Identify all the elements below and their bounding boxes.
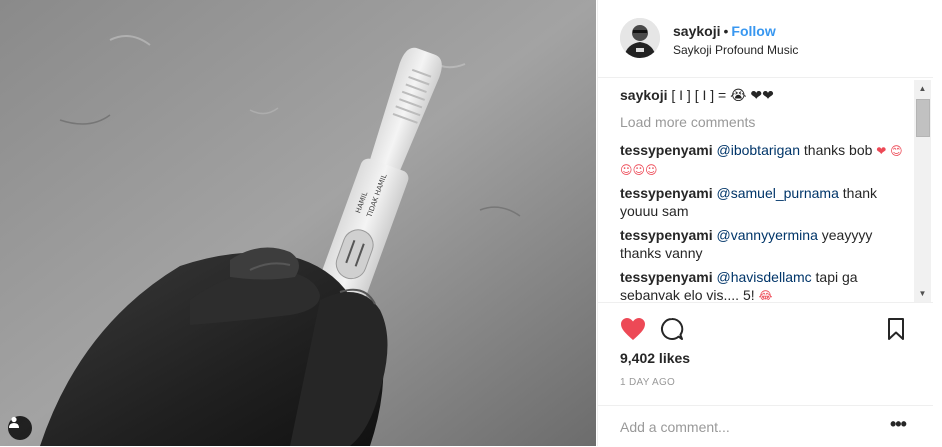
- comment-icon[interactable]: [660, 317, 684, 346]
- comment-mention[interactable]: @vannyyermina: [717, 227, 818, 243]
- comment-text: thanks bob: [800, 142, 877, 158]
- follow-button[interactable]: Follow: [731, 23, 775, 39]
- post-panel: saykoji • Follow Saykoji Profound Music sa…: [597, 0, 942, 446]
- comment-item: tessypenyami @vannyyermina yeayyyy thank…: [620, 226, 910, 263]
- comment-username[interactable]: tessypenyami: [620, 269, 713, 285]
- comments-scrollbar[interactable]: ▲ ▼: [914, 80, 931, 302]
- comment-username[interactable]: tessypenyami: [620, 142, 713, 158]
- avatar[interactable]: [620, 18, 660, 58]
- photo-illustration: HAMIL TIDAK HAMIL: [0, 0, 596, 446]
- timestamp[interactable]: 1 DAY AGO: [620, 377, 675, 388]
- comment-item: tessypenyami @havisdellamc tapi ga seban…: [620, 268, 910, 300]
- add-comment-bar: •••: [598, 405, 933, 447]
- comment-mention[interactable]: @ibobtarigan: [717, 142, 801, 158]
- comment-username[interactable]: tessypenyami: [620, 185, 713, 201]
- location-link[interactable]: Saykoji Profound Music: [673, 43, 798, 57]
- post-photo[interactable]: HAMIL TIDAK HAMIL: [0, 0, 596, 446]
- comment-item: tessypenyami @ibobtarigan thanks bob ❤ 😊…: [620, 141, 910, 179]
- likes-count[interactable]: 9,402 likes: [620, 350, 690, 366]
- comment-item: tessypenyami @samuel_purnama thank youuu…: [620, 184, 910, 221]
- post-header: saykoji • Follow Saykoji Profound Music: [598, 0, 933, 78]
- author-username[interactable]: saykoji: [673, 23, 720, 39]
- caption-username[interactable]: saykoji: [620, 87, 667, 103]
- scrollbar-thumb[interactable]: [916, 99, 930, 137]
- author-line: saykoji • Follow: [673, 23, 776, 39]
- comment-mention[interactable]: @havisdellamc: [717, 269, 812, 285]
- comment-mention[interactable]: @samuel_purnama: [717, 185, 839, 201]
- caption-text: [ I ] [ I ] = 😭 ❤❤: [671, 87, 774, 103]
- add-comment-input[interactable]: [620, 418, 870, 436]
- comment-username[interactable]: tessypenyami: [620, 227, 713, 243]
- actions-divider: [598, 302, 933, 303]
- separator-dot: •: [723, 23, 729, 39]
- bookmark-icon[interactable]: [886, 317, 906, 346]
- more-options-button[interactable]: •••: [890, 414, 907, 435]
- comment-emoji: 😂: [758, 289, 773, 300]
- heart-icon[interactable]: [620, 317, 646, 346]
- user-tag-icon[interactable]: [8, 416, 32, 440]
- scroll-up-icon[interactable]: ▲: [914, 80, 931, 97]
- caption: saykoji [ I ] [ I ] = 😭 ❤❤: [620, 86, 910, 104]
- scroll-down-icon[interactable]: ▼: [914, 285, 931, 302]
- comments-list: saykoji [ I ] [ I ] = 😭 ❤❤ Load more com…: [620, 86, 910, 300]
- load-more-comments-button[interactable]: Load more comments: [620, 113, 910, 131]
